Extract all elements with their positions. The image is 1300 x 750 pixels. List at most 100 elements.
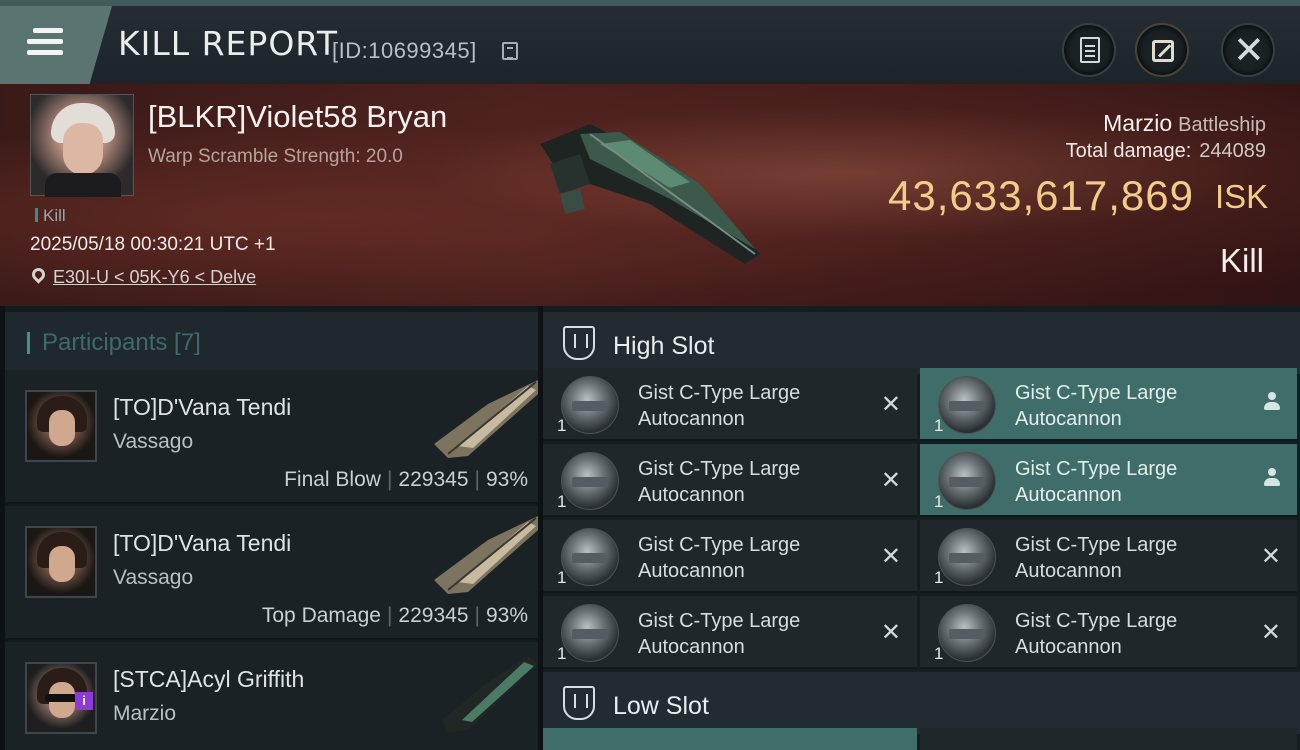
page-title: KILL REPORT: [118, 24, 338, 63]
total-damage: Total damage: 244089: [1066, 140, 1266, 163]
close-button[interactable]: ✕: [1221, 23, 1275, 77]
module-item[interactable]: 1 Gist C-Type Large Autocannon ✕: [543, 520, 917, 593]
person-icon: [1263, 392, 1281, 412]
module-quantity: 1: [557, 568, 567, 587]
module-name: Gist C-Type Large Autocannon: [1015, 458, 1178, 506]
module-quantity: 1: [934, 644, 944, 663]
module-item[interactable]: 1 Gist C-Type Large Autocannon ✕: [543, 596, 917, 669]
destroyed-icon: ✕: [880, 466, 901, 494]
fitting-panel: High Slot 1 Gist C-Type Large Autocannon …: [543, 306, 1300, 750]
total-damage-label: Total damage:: [1065, 140, 1192, 162]
total-damage-value: 244089: [1199, 140, 1266, 162]
autocannon-icon: [938, 604, 996, 662]
autocannon-icon: [561, 376, 619, 434]
participant-row[interactable]: [TO]D'Vana Tendi Vassago Final Blow | 2293…: [5, 370, 538, 504]
module-item-partial[interactable]: [920, 728, 1297, 750]
info-badge-icon: i: [75, 692, 93, 710]
participants-label: Participants [7]: [27, 331, 201, 355]
copy-icon[interactable]: [502, 42, 518, 60]
participant-ship-image: [442, 656, 538, 732]
module-name: Gist C-Type Large Autocannon: [1015, 610, 1178, 658]
isk-unit: ISK: [1215, 178, 1269, 215]
destroyed-icon: ✕: [880, 542, 901, 570]
module-item[interactable]: 1 Gist C-Type Large Autocannon ✕: [543, 368, 917, 441]
victim-banner: [BLKR]Violet58 Bryan Warp Scramble Stren…: [0, 84, 1300, 306]
participant-avatar[interactable]: [25, 390, 97, 462]
kill-tag: Kill: [35, 206, 66, 226]
module-item[interactable]: 1 Gist C-Type Large Autocannon: [920, 444, 1297, 517]
autocannon-icon: [938, 452, 996, 510]
person-icon: [1263, 468, 1281, 488]
participants-panel: Participants [7] [TO]D'Vana Tendi Vassag…: [5, 306, 538, 750]
share-icon: [1152, 40, 1174, 62]
module-quantity: 1: [934, 416, 944, 435]
top-bar: KILL REPORT [ID:10699345] ✕: [0, 0, 1300, 84]
victim-avatar[interactable]: [30, 94, 134, 197]
module-name: Gist C-Type Large Autocannon: [638, 382, 801, 430]
participant-row[interactable]: i [STCA]Acyl Griffith Marzio: [5, 642, 538, 750]
participant-ship-image: [434, 380, 538, 458]
autocannon-icon: [561, 452, 619, 510]
high-slot-icon: [563, 326, 595, 360]
destroyed-icon: ✕: [880, 390, 901, 418]
module-quantity: 1: [557, 492, 567, 511]
module-item[interactable]: 1 Gist C-Type Large Autocannon ✕: [920, 520, 1297, 593]
autocannon-icon: [938, 376, 996, 434]
participant-name: [TO]D'Vana Tendi: [113, 394, 292, 420]
participant-ship-image: [434, 516, 538, 594]
module-name: Gist C-Type Large Autocannon: [638, 610, 801, 658]
participant-row[interactable]: [TO]D'Vana Tendi Vassago Top Damage | 2293…: [5, 506, 538, 640]
high-slot-title: High Slot: [613, 332, 715, 360]
victim-name[interactable]: [BLKR]Violet58 Bryan: [148, 99, 447, 135]
participant-damage: 229345: [398, 468, 469, 491]
participant-ship: Marzio: [113, 702, 177, 725]
victim-ship-type: Marzio Battleship: [1103, 110, 1266, 137]
victim-ship-image: [540, 124, 760, 264]
module-quantity: 1: [557, 416, 567, 435]
module-name: Gist C-Type Large Autocannon: [1015, 382, 1178, 430]
kill-id: [ID:10699345]: [332, 38, 477, 63]
module-item[interactable]: 1 Gist C-Type Large Autocannon ✕: [920, 596, 1297, 669]
module-quantity: 1: [934, 568, 944, 587]
participant-damage: 229345: [398, 604, 469, 627]
destroyed-icon: ✕: [1260, 618, 1281, 646]
autocannon-icon: [561, 604, 619, 662]
participant-ship: Vassago: [113, 430, 194, 453]
low-slot-header: Low Slot: [543, 672, 1300, 734]
module-name: Gist C-Type Large Autocannon: [638, 458, 801, 506]
participant-role: Final Blow: [284, 468, 381, 491]
participant-percent: 93%: [485, 468, 528, 491]
destroyed-icon: ✕: [880, 618, 901, 646]
share-button[interactable]: [1135, 23, 1189, 77]
destroyed-icon: ✕: [1260, 542, 1281, 570]
participant-name: [STCA]Acyl Griffith: [113, 666, 305, 692]
victim-ship-class: Battleship: [1178, 114, 1266, 136]
victim-ship-name[interactable]: Marzio: [1103, 110, 1172, 136]
result-type: Kill: [1219, 242, 1264, 279]
module-item[interactable]: 1 Gist C-Type Large Autocannon ✕: [543, 444, 917, 517]
participant-avatar[interactable]: [25, 526, 97, 598]
module-item-partial[interactable]: [543, 728, 917, 750]
warp-scramble-strength: Warp Scramble Strength: 20.0: [148, 146, 403, 167]
location-link[interactable]: E30I-U < 05K-Y6 < Delve: [53, 267, 256, 288]
menu-button[interactable]: [0, 6, 112, 84]
participant-ship: Vassago: [113, 566, 194, 589]
autocannon-icon: [561, 528, 619, 586]
participant-stats: Final Blow | 229345 | 93%: [284, 468, 528, 491]
participant-percent: 93%: [485, 604, 528, 627]
close-icon: ✕: [1233, 28, 1265, 72]
low-slot-icon: [563, 686, 595, 720]
participant-role: Top Damage: [261, 604, 381, 627]
report-button[interactable]: [1062, 23, 1116, 77]
high-slot-header: High Slot: [543, 312, 1300, 374]
module-quantity: 1: [934, 492, 944, 511]
low-slot-title: Low Slot: [613, 692, 709, 720]
report-icon: [1080, 37, 1100, 63]
participant-name: [TO]D'Vana Tendi: [113, 530, 292, 556]
module-name: Gist C-Type Large Autocannon: [638, 534, 801, 582]
module-quantity: 1: [557, 644, 567, 663]
autocannon-icon: [938, 528, 996, 586]
module-item[interactable]: 1 Gist C-Type Large Autocannon: [920, 368, 1297, 441]
location-pin-icon: [29, 265, 48, 284]
participants-header: Participants [7]: [5, 312, 538, 370]
